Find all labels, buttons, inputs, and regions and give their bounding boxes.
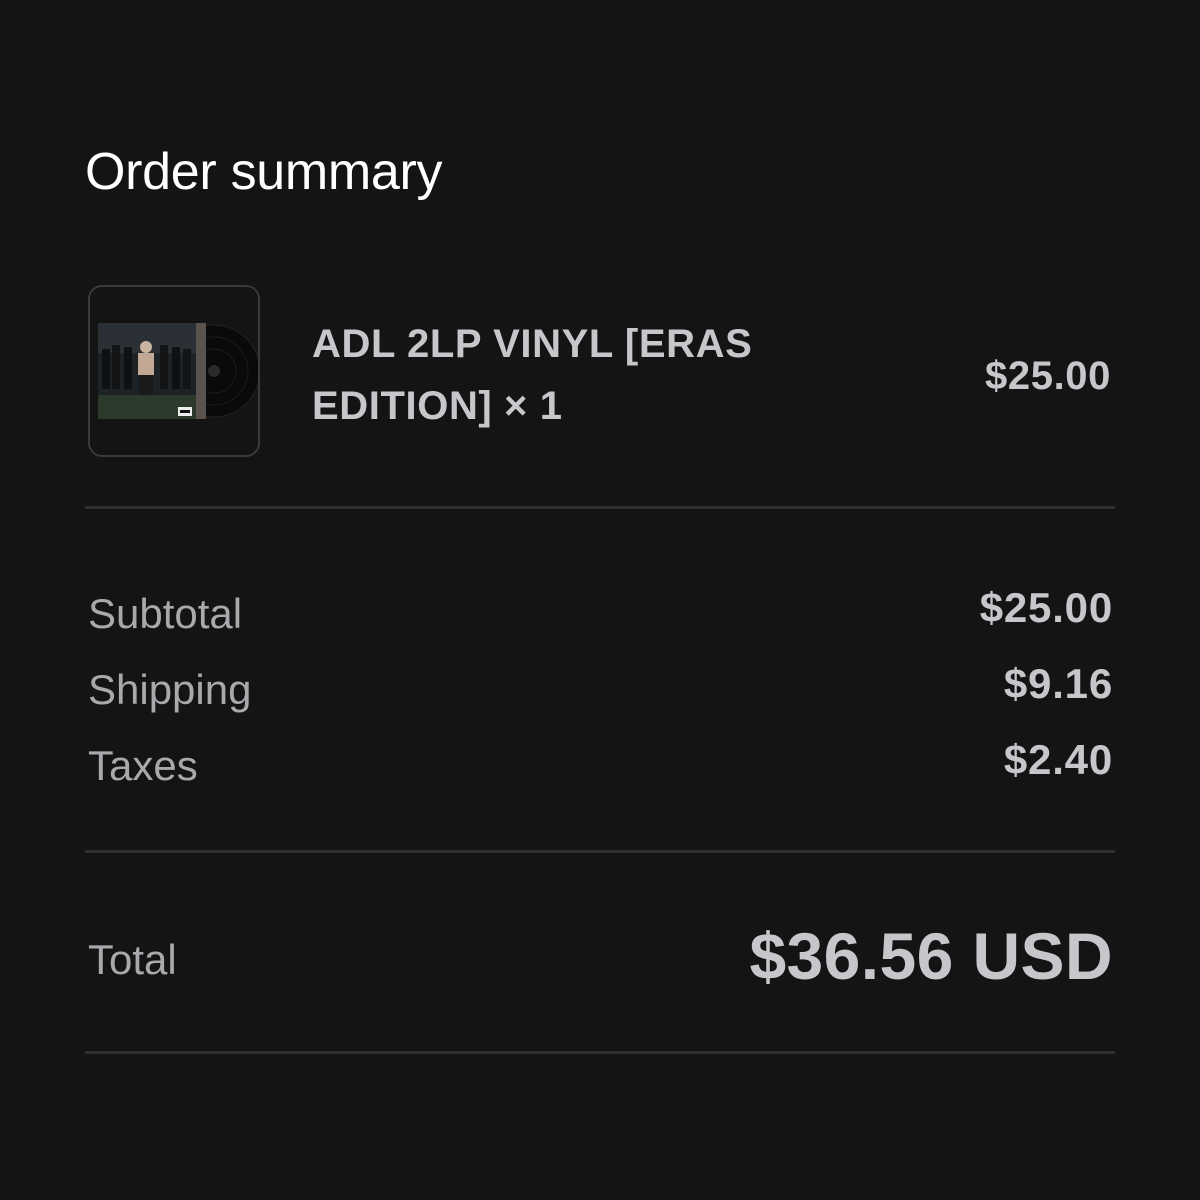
line-item: ADL 2LP VINYL [ERAS EDITION] × 1 $25.00 [88, 285, 1113, 460]
product-price: $25.00 [985, 354, 1111, 398]
divider [85, 1051, 1115, 1054]
album-cover-vinyl-icon [90, 287, 258, 455]
taxes-row: Taxes $2.40 [88, 736, 1113, 794]
subtotal-label: Subtotal [88, 590, 243, 637]
total-value: $36.56 USD [749, 919, 1113, 993]
divider [85, 850, 1115, 853]
subtotal-row: Subtotal $25.00 [88, 584, 1113, 642]
taxes-value: $2.40 [1003, 736, 1113, 783]
product-thumbnail [88, 285, 260, 457]
shipping-row: Shipping $9.16 [88, 660, 1113, 718]
order-summary-title: Order summary [85, 143, 443, 201]
total-label: Total [88, 936, 177, 983]
taxes-label: Taxes [88, 742, 198, 789]
total-row: Total $36.56 USD [88, 918, 1113, 998]
product-name: ADL 2LP VINYL [ERAS EDITION] × 1 [312, 322, 753, 428]
shipping-label: Shipping [88, 666, 252, 713]
subtotal-value: $25.00 [979, 584, 1113, 631]
divider [85, 506, 1115, 509]
shipping-value: $9.16 [1003, 660, 1113, 707]
